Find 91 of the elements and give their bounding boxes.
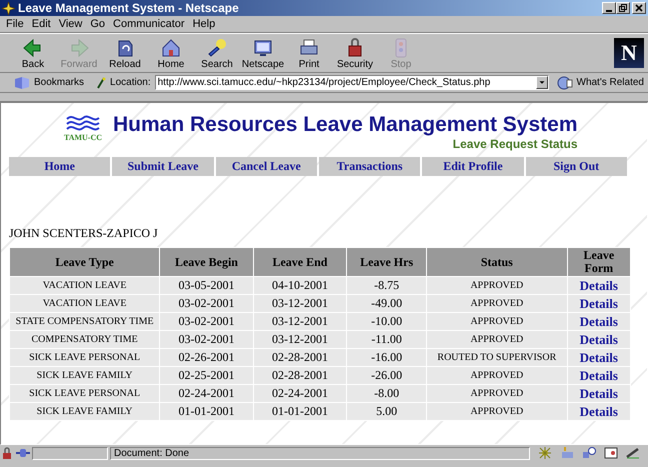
- nav-link[interactable]: Home: [9, 157, 110, 176]
- table-cell: VACATION LEAVE: [10, 277, 160, 294]
- nav-link[interactable]: Submit Leave: [112, 157, 214, 176]
- table-cell: APPROVED: [427, 385, 567, 402]
- table-cell: COMPENSATORY TIME: [10, 331, 160, 348]
- table-cell: SICK LEAVE FAMILY: [10, 367, 160, 384]
- home-button[interactable]: Home: [148, 36, 194, 70]
- table-cell: 03-12-2001: [254, 331, 346, 348]
- nav-link[interactable]: Transactions: [318, 157, 420, 176]
- dropdown-icon[interactable]: [536, 76, 548, 89]
- page-title: Human Resources Leave Management System: [113, 113, 578, 137]
- table-cell: APPROVED: [427, 331, 567, 348]
- table-cell: 03-02-2001: [160, 313, 253, 330]
- employee-name: JOHN SCENTERS-ZAPICO J: [9, 226, 159, 241]
- table-cell: 03-12-2001: [254, 295, 346, 312]
- browser-logo: N: [614, 38, 644, 68]
- menu-item[interactable]: Go: [86, 18, 110, 30]
- restore-button[interactable]: [616, 2, 630, 14]
- menu-item[interactable]: Edit: [28, 18, 55, 30]
- portal-button[interactable]: Netscape: [240, 36, 286, 70]
- app-icon: [2, 2, 15, 14]
- table-cell: -11.00: [347, 331, 426, 348]
- page-subtitle: Leave Request Status: [452, 137, 578, 151]
- close-icon: [635, 4, 643, 12]
- minimize-button[interactable]: [602, 2, 616, 14]
- pen-icon[interactable]: [626, 447, 640, 459]
- card-icon[interactable]: [604, 447, 618, 459]
- nav-link[interactable]: Sign Out: [526, 157, 627, 176]
- table-cell: APPROVED: [427, 277, 567, 294]
- location-icon: [96, 76, 106, 88]
- logo-text: TAMU-CC: [64, 133, 102, 142]
- table-cell: -16.00: [347, 349, 426, 366]
- table-cell: SICK LEAVE FAMILY: [10, 403, 160, 420]
- table-cell: -8.75: [347, 277, 426, 294]
- table-cell: APPROVED: [427, 367, 567, 384]
- close-button[interactable]: [632, 2, 646, 14]
- table-cell: 02-24-2001: [254, 385, 346, 402]
- table-cell: 03-02-2001: [160, 331, 253, 348]
- table-cell: 04-10-2001: [254, 277, 346, 294]
- column-header: Leave Type: [10, 248, 160, 276]
- table-cell: APPROVED: [427, 295, 567, 312]
- table-cell: VACATION LEAVE: [10, 295, 160, 312]
- column-header: Leave Hrs: [347, 248, 426, 276]
- padlock-icon[interactable]: [0, 447, 14, 459]
- table-cell: 03-02-2001: [160, 295, 253, 312]
- table-cell: SICK LEAVE PERSONAL: [10, 385, 160, 402]
- security-button[interactable]: Security: [332, 36, 378, 70]
- house-icon: [160, 36, 182, 58]
- reload-button[interactable]: Reload: [102, 36, 148, 70]
- column-header: Leave Begin: [160, 248, 253, 276]
- table-cell: 03-12-2001: [254, 313, 346, 330]
- table-cell: APPROVED: [427, 403, 567, 420]
- table-cell: 01-01-2001: [254, 403, 346, 420]
- table-cell: -49.00: [347, 295, 426, 312]
- menu-item[interactable]: Help: [188, 18, 220, 30]
- whats-related-button[interactable]: What's Related: [576, 77, 644, 88]
- restore-icon: [619, 4, 627, 12]
- table-cell: 5.00: [347, 403, 426, 420]
- location-label: Location:: [110, 77, 151, 88]
- search-icon: [206, 36, 228, 58]
- table-cell: -10.00: [347, 313, 426, 330]
- status-text: Document: Done: [110, 446, 530, 460]
- table-cell: 03-05-2001: [160, 277, 253, 294]
- table-cell: 02-28-2001: [254, 349, 346, 366]
- plug-icon[interactable]: [16, 447, 30, 459]
- table-cell: 02-28-2001: [254, 367, 346, 384]
- table-cell: 01-01-2001: [160, 403, 253, 420]
- search-button[interactable]: Search: [194, 36, 240, 70]
- table-cell: 02-26-2001: [160, 349, 253, 366]
- menu-item[interactable]: Communicator: [109, 18, 189, 30]
- nav-link[interactable]: Cancel Leave: [216, 157, 317, 176]
- column-header: Leave End: [254, 248, 346, 276]
- table-cell: 02-25-2001: [160, 367, 253, 384]
- table-cell: ROUTED TO SUPERVISOR: [427, 349, 567, 366]
- table-cell: -26.00: [347, 367, 426, 384]
- table-cell: -8.00: [347, 385, 426, 402]
- globe-icon[interactable]: [556, 76, 572, 90]
- url-field[interactable]: http://www.sci.tamucc.edu/~hkp23134/project/Employee/Check_Status.php: [154, 75, 548, 90]
- nav-link[interactable]: Edit Profile: [422, 157, 524, 176]
- table-cell: SICK LEAVE PERSONAL: [10, 349, 160, 366]
- menu-item[interactable]: File: [2, 18, 28, 30]
- column-header: Leave Form: [568, 248, 630, 276]
- table-cell: STATE COMPENSATORY TIME: [10, 313, 160, 330]
- window-title: Leave Management System - Netscape: [18, 1, 240, 15]
- back-button[interactable]: Back: [10, 36, 56, 70]
- column-header: Status: [427, 248, 567, 276]
- table-cell: APPROVED: [427, 313, 567, 330]
- print-button[interactable]: Print: [286, 36, 332, 70]
- table-cell: 02-24-2001: [160, 385, 253, 402]
- menu-item[interactable]: View: [54, 18, 86, 30]
- bookmarks-button[interactable]: Bookmarks: [34, 77, 84, 88]
